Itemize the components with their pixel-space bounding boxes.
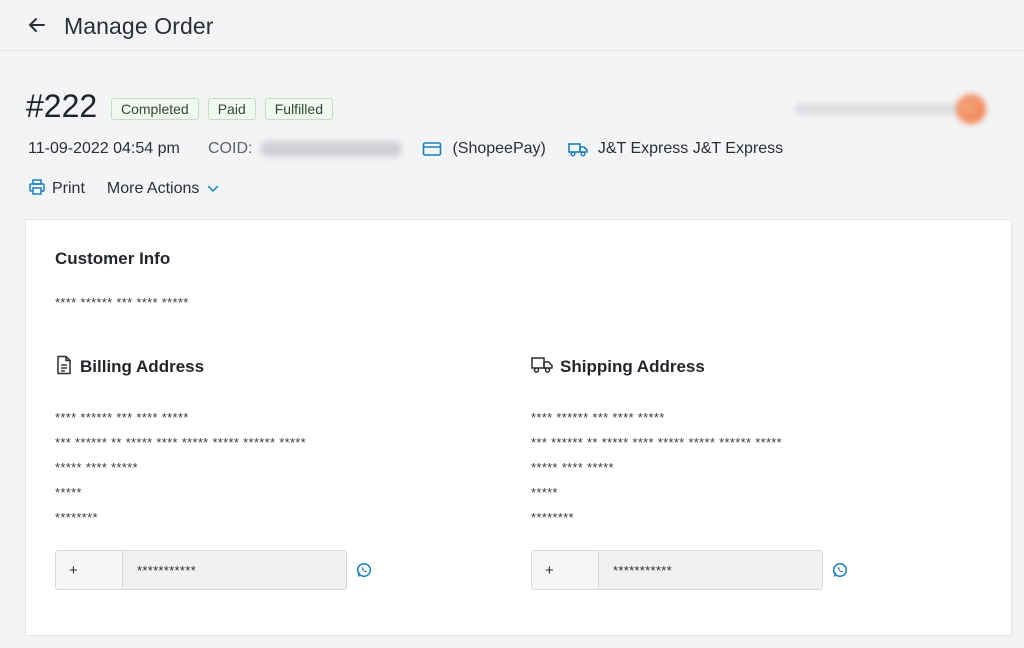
- billing-address: Billing Address **** ****** *** **** ***…: [55, 355, 455, 534]
- whatsapp-icon[interactable]: [832, 562, 848, 578]
- address-line: **** ****** *** **** *****: [55, 410, 189, 425]
- status-badge-fulfilled: Fulfilled: [264, 98, 333, 120]
- billing-phone-row: + ***********: [55, 550, 372, 590]
- address-line: *****: [55, 485, 82, 500]
- redacted-coid: [260, 141, 403, 157]
- shipping-phone-field[interactable]: + ***********: [531, 550, 823, 590]
- redacted-user-name: [794, 103, 970, 115]
- phone-prefix: +: [532, 551, 599, 589]
- more-actions-button[interactable]: More Actions: [107, 180, 219, 198]
- more-actions-label: More Actions: [106, 180, 200, 197]
- order-meta: 11-09-2022 04:54 pm COID: (ShopeePay) J&…: [28, 138, 783, 160]
- shipping-phone-row: + ***********: [531, 550, 848, 590]
- phone-value: ***********: [599, 551, 822, 589]
- shipping-address-header: Shipping Address: [531, 355, 931, 379]
- truck-icon: [568, 141, 588, 157]
- address-line: *** ****** ** ***** **** ***** ***** ***…: [55, 435, 307, 450]
- page-title: Manage Order: [64, 13, 214, 39]
- address-line: *** ****** ** ***** **** ***** ***** ***…: [531, 435, 783, 450]
- billing-address-title: Billing Address: [80, 357, 205, 376]
- billing-phone-field[interactable]: + ***********: [55, 550, 347, 590]
- payment-method: (ShopeePay): [452, 140, 546, 157]
- billing-address-header: Billing Address: [55, 355, 455, 379]
- print-button[interactable]: Print: [28, 178, 85, 201]
- order-actions: Print More Actions: [28, 178, 219, 200]
- phone-value: ***********: [123, 551, 346, 589]
- user-menu[interactable]: [794, 94, 994, 124]
- print-label: Print: [52, 180, 85, 197]
- chevron-down-icon: [207, 180, 219, 198]
- address-line: ***** **** *****: [55, 460, 138, 475]
- shipping-address-lines: **** ****** *** **** ***** *** ****** **…: [531, 409, 931, 534]
- address-line: ***** **** *****: [531, 460, 614, 475]
- address-line: *****: [531, 485, 558, 500]
- customer-card: Customer Info **** ****** *** **** *****…: [25, 219, 1012, 636]
- coid-label: COID:: [208, 140, 253, 157]
- shipping-address-title: Shipping Address: [560, 357, 705, 376]
- status-badges: Completed Paid Fulfilled: [111, 98, 333, 120]
- customer-name: **** ****** *** **** *****: [55, 295, 189, 310]
- truck-icon: [531, 356, 553, 379]
- customer-info-title: Customer Info: [55, 249, 171, 268]
- status-badge-completed: Completed: [111, 98, 199, 120]
- address-line: ********: [531, 510, 574, 525]
- arrow-left-icon: [27, 15, 47, 40]
- billing-address-lines: **** ****** *** **** ***** *** ****** **…: [55, 409, 455, 534]
- shipping-address: Shipping Address **** ****** *** **** **…: [531, 355, 931, 534]
- address-line: ********: [55, 510, 98, 525]
- status-badge-paid: Paid: [207, 98, 256, 120]
- avatar: [956, 94, 986, 124]
- order-date: 11-09-2022 04:54 pm: [28, 140, 180, 157]
- document-icon: [55, 355, 73, 380]
- phone-prefix: +: [56, 551, 123, 589]
- address-line: **** ****** *** **** *****: [531, 410, 665, 425]
- printer-icon: [28, 178, 46, 201]
- credit-card-icon: [422, 141, 442, 157]
- top-bar: Manage Order: [0, 0, 1024, 51]
- back-button[interactable]: [24, 14, 50, 40]
- whatsapp-icon[interactable]: [356, 562, 372, 578]
- shipping-carrier: J&T Express J&T Express: [597, 140, 784, 157]
- order-number: #222: [26, 88, 98, 124]
